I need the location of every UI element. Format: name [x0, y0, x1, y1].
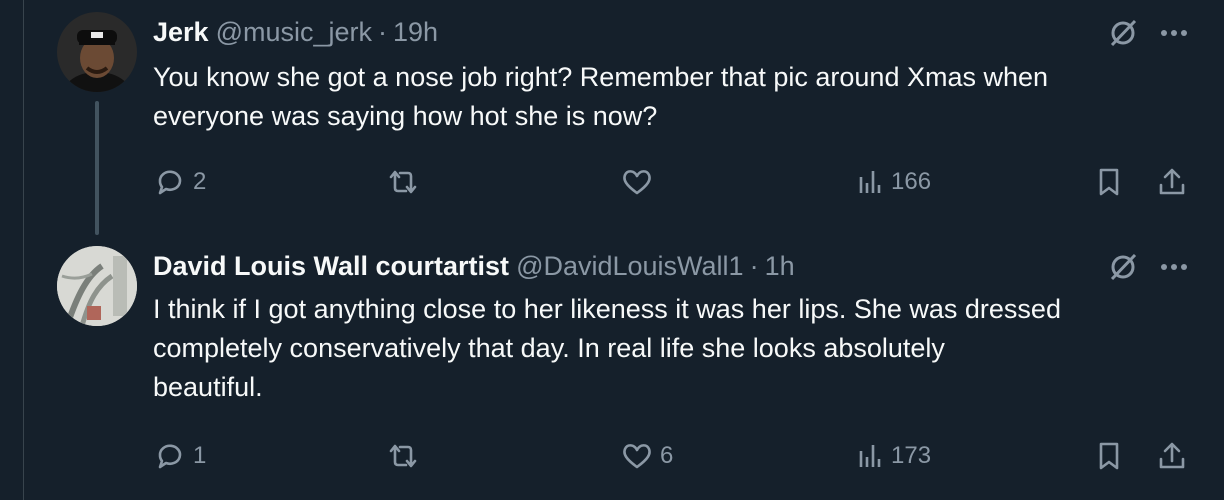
like-count: 6: [660, 442, 674, 469]
share-button[interactable]: [1155, 162, 1189, 202]
retweet-icon: [389, 444, 417, 468]
tweet[interactable]: Jerk @music_jerk · 19h You know she got …: [0, 0, 1224, 236]
heart-icon: [623, 444, 651, 469]
share-icon: [1159, 442, 1185, 469]
reply-button[interactable]: 1: [153, 436, 206, 476]
tweet-actions: 2 166: [153, 162, 1193, 202]
tweet-top-actions: [1108, 18, 1188, 48]
views-icon: [859, 171, 881, 193]
heart-icon: [623, 170, 651, 195]
reply-icon: [158, 170, 182, 195]
like-button[interactable]: 6: [620, 436, 673, 476]
views-count: 173: [891, 442, 932, 469]
reply-count: 1: [193, 442, 207, 469]
grok-icon[interactable]: [1108, 252, 1138, 282]
tweet-top-actions: [1108, 252, 1188, 282]
tweet-text: I think if I got anything close to her l…: [153, 294, 1061, 402]
display-name[interactable]: Jerk: [153, 17, 209, 48]
bookmark-icon: [1099, 168, 1119, 196]
grok-icon[interactable]: [1108, 18, 1138, 48]
reply-count: 2: [193, 168, 207, 195]
tweet-header: David Louis Wall courtartist @DavidLouis…: [153, 249, 795, 283]
tweet[interactable]: David Louis Wall courtartist @DavidLouis…: [0, 236, 1224, 500]
views-count: 166: [891, 168, 932, 195]
more-icon[interactable]: [1160, 29, 1188, 37]
reply-icon: [158, 444, 182, 469]
username[interactable]: @DavidLouisWall1: [516, 251, 744, 282]
reply-button[interactable]: 2: [153, 162, 206, 202]
retweet-button[interactable]: [385, 436, 427, 476]
avatar[interactable]: [57, 12, 137, 92]
retweet-button[interactable]: [385, 162, 427, 202]
separator-dot: ·: [378, 16, 387, 47]
timestamp[interactable]: 1h: [765, 251, 795, 282]
views-icon: [859, 445, 881, 467]
bookmark-button[interactable]: [1094, 436, 1124, 476]
share-button[interactable]: [1155, 436, 1189, 476]
username[interactable]: @music_jerk: [216, 17, 372, 48]
retweet-icon: [389, 170, 417, 194]
bookmark-icon: [1099, 442, 1119, 470]
separator-dot: ·: [749, 250, 759, 281]
share-icon: [1159, 168, 1185, 195]
like-button[interactable]: [620, 162, 660, 202]
thread-line: [95, 101, 99, 235]
tweet-text: You know she got a nose job right? Remem…: [153, 62, 1049, 131]
more-icon[interactable]: [1160, 263, 1188, 271]
timestamp[interactable]: 19h: [393, 17, 438, 48]
views-button[interactable]: 173: [855, 436, 931, 476]
avatar[interactable]: [57, 246, 137, 326]
tweet-header: Jerk @music_jerk · 19h: [153, 15, 438, 49]
bookmark-button[interactable]: [1094, 162, 1124, 202]
views-button[interactable]: 166: [855, 162, 931, 202]
display-name[interactable]: David Louis Wall courtartist: [153, 251, 509, 282]
tweet-actions: 1 6 173: [153, 436, 1193, 476]
